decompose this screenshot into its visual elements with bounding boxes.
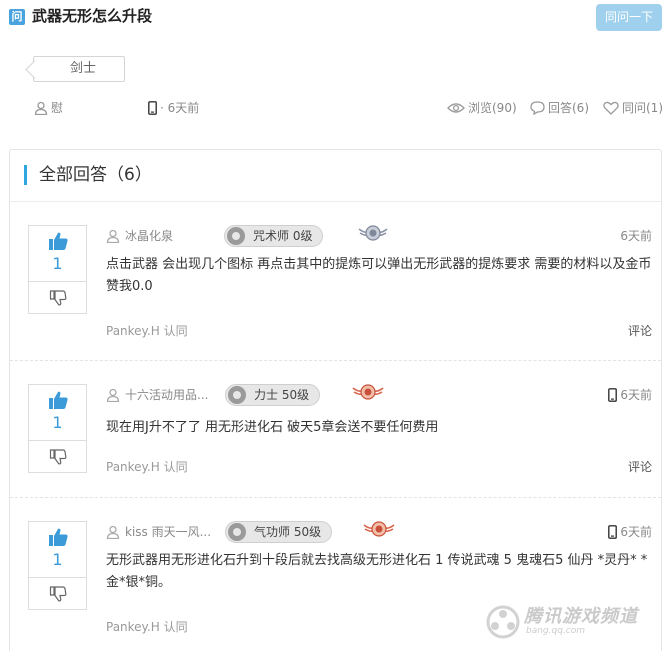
answers-panel-title: 全部回答（6） <box>39 165 152 185</box>
dislike-button[interactable] <box>29 283 86 313</box>
class-badge-label: 气功师 50级 <box>254 525 322 539</box>
comment-link[interactable]: 评论 <box>628 321 652 341</box>
header-accent-bar <box>24 165 27 185</box>
answer-user[interactable]: 冰晶化泉 <box>106 226 173 246</box>
answer-item: 1 冰晶化泉 咒术师 0级 6天前 点击武器 会出现几个图标 再点击其中的提炼可… <box>28 225 663 345</box>
question-time-text: · 6天前 <box>160 101 200 115</box>
gear-icon <box>228 523 246 541</box>
class-badge-label: 咒术师 0级 <box>253 229 313 243</box>
rank-medal-icon <box>363 521 395 537</box>
mobile-icon <box>148 101 157 115</box>
mobile-icon <box>608 525 618 539</box>
thumbs-up-icon <box>48 528 68 546</box>
vote-box: 1 <box>28 384 87 473</box>
answer-time: 6天前 <box>608 385 652 405</box>
eye-icon <box>447 103 465 113</box>
thumbs-up-icon <box>48 391 68 409</box>
like-count: 1 <box>52 550 63 569</box>
thumbs-down-icon <box>49 449 66 465</box>
gear-icon <box>228 386 246 404</box>
rank-medal-icon <box>358 225 388 241</box>
views-stat: 浏览(90) <box>447 98 517 118</box>
user-icon <box>106 388 120 402</box>
same-count-stat[interactable]: 同问(1) <box>603 98 663 118</box>
thumbs-up-icon <box>48 232 68 250</box>
answer-divider <box>10 360 661 361</box>
question-meta: 慰 · 6天前 浏览(90) 回答(6) 同问(1) <box>0 98 666 118</box>
answer-user[interactable]: kiss 雨天一风... <box>106 522 211 542</box>
answer-body: 无形武器用无形进化石升到十段后就去找高级无形进化石 1 传说武魂 5 鬼魂石5 … <box>106 553 648 590</box>
thumbs-down-icon <box>49 290 66 306</box>
user-icon <box>106 229 120 243</box>
question-icon: 问 <box>9 9 25 25</box>
watermark-text: 腾讯游戏频道 <box>524 606 638 627</box>
asker[interactable]: 慰 <box>34 98 63 118</box>
answer-user-name: kiss 雨天一风... <box>125 525 212 539</box>
class-badge-label: 力士 50级 <box>254 388 310 402</box>
agree-text[interactable]: Pankey.H 认同 <box>106 457 188 477</box>
like-count: 1 <box>52 254 63 273</box>
question-title: 武器无形怎么升段 <box>32 7 153 25</box>
like-button[interactable]: 1 <box>29 385 86 441</box>
user-icon <box>106 525 120 539</box>
comment-bubble-icon <box>530 101 545 115</box>
answer-body: 现在用J升不了了 用无形进化石 破天5章会送不要任何费用 <box>106 420 439 435</box>
answer-time-text: 6天前 <box>620 525 652 539</box>
like-button[interactable]: 1 <box>29 522 86 578</box>
heart-icon <box>603 101 619 115</box>
user-icon <box>34 101 48 115</box>
answers-panel-header: 全部回答（6） <box>10 150 661 202</box>
gear-icon <box>227 227 245 245</box>
watermark-url: bang.qq.com <box>526 626 586 636</box>
answer-user[interactable]: 十六活动用品... <box>106 385 208 405</box>
answer-divider <box>10 497 661 498</box>
vote-box: 1 <box>28 521 87 610</box>
like-button[interactable]: 1 <box>29 226 86 282</box>
agree-text[interactable]: Pankey.H 认同 <box>106 321 188 341</box>
answer-time: 6天前 <box>608 522 652 542</box>
answer-user-name: 冰晶化泉 <box>125 229 174 243</box>
answers-panel: 全部回答（6） 1 冰晶化泉 咒术师 0级 6天前 点击武器 会出现几个图标 再… <box>9 149 662 651</box>
answer-time-text: 6天前 <box>620 388 652 402</box>
watermark-logo-icon <box>486 605 520 639</box>
class-badge: 咒术师 0级 <box>224 225 324 247</box>
same-count-text: 同问(1) <box>622 101 663 115</box>
tag-label: 剑士 <box>70 61 97 76</box>
vote-box: 1 <box>28 225 87 314</box>
answer-user-name: 十六活动用品... <box>125 388 209 402</box>
answer-time: 6天前 <box>620 226 652 246</box>
asker-name: 慰 <box>51 101 64 115</box>
question-time: · 6天前 <box>148 98 199 118</box>
question-tag[interactable]: 剑士 <box>33 56 125 82</box>
mobile-icon <box>608 388 618 402</box>
watermark: 腾讯游戏频道 bang.qq.com <box>486 600 662 644</box>
thumbs-down-icon <box>49 586 66 602</box>
class-badge: 气功师 50级 <box>225 521 333 543</box>
answers-stat[interactable]: 回答(6) <box>530 98 589 118</box>
rank-medal-icon <box>352 384 384 400</box>
dislike-button[interactable] <box>29 579 86 609</box>
views-text: 浏览(90) <box>468 101 517 115</box>
same-question-button[interactable]: 同问一下 <box>596 4 662 31</box>
answer-time-text: 6天前 <box>620 229 652 243</box>
agree-text[interactable]: Pankey.H 认同 <box>106 617 188 637</box>
class-badge: 力士 50级 <box>225 384 321 406</box>
answer-body: 点击武器 会出现几个图标 再点击其中的提炼可以弹出无形武器的提炼要求 需要的材料… <box>106 257 652 294</box>
comment-link[interactable]: 评论 <box>628 457 652 477</box>
like-count: 1 <box>52 413 63 432</box>
answers-text: 回答(6) <box>548 101 589 115</box>
dislike-button[interactable] <box>29 442 86 472</box>
answer-item: 1 十六活动用品... 力士 50级 6天前 现在用J升不了了 用无形进化石 破… <box>28 384 663 494</box>
